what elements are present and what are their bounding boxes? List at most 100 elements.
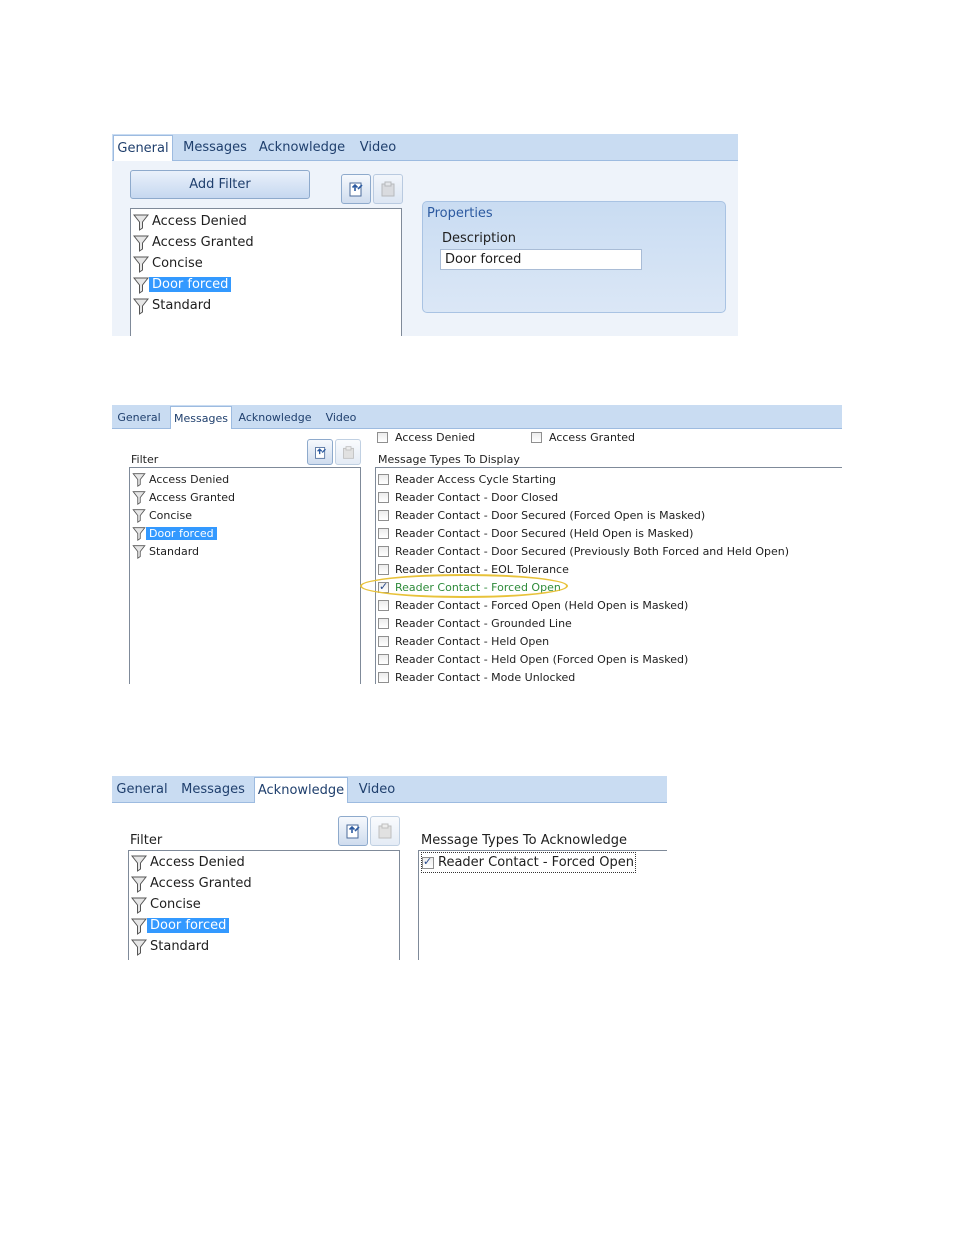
message-type-checkbox[interactable] <box>378 617 389 629</box>
add-filter-button[interactable]: Add Filter <box>130 170 310 199</box>
message-type-row[interactable]: Reader Contact - Held Open <box>378 632 549 650</box>
properties-group: Properties Description Door forced <box>422 201 726 313</box>
filter-label: Concise <box>150 897 201 912</box>
filter-label: Door forced <box>146 526 217 540</box>
filter-icon <box>131 876 147 893</box>
filter-icon <box>133 235 149 252</box>
acknowledge-panel: General Messages Acknowledge Video Filte… <box>112 776 667 960</box>
tab-acknowledge[interactable]: Acknowledge <box>254 777 348 803</box>
filter-label: Standard <box>152 298 212 313</box>
message-type-label: Reader Contact - Grounded Line <box>395 616 572 630</box>
list-item[interactable]: Access Granted <box>131 873 255 894</box>
tab-messages[interactable]: Messages <box>180 134 250 161</box>
message-type-checkbox[interactable] <box>378 473 389 485</box>
messages-panel: General Messages Acknowledge Video Filte… <box>112 405 842 684</box>
message-type-row[interactable]: Reader Contact - Forced Open (Held Open … <box>378 596 688 614</box>
message-type-row[interactable]: Reader Contact - Door Secured (Held Open… <box>378 524 693 542</box>
tab-general[interactable]: General <box>116 405 162 429</box>
filter-label: Access Denied <box>150 855 245 870</box>
filter-list[interactable]: Access Denied Access Granted Concise Doo… <box>129 467 361 684</box>
paste-icon <box>342 445 354 459</box>
message-type-label: Reader Contact - Door Secured (Previousl… <box>395 544 790 558</box>
message-type-row[interactable]: Reader Contact - Door Secured (Previousl… <box>378 542 789 560</box>
message-type-label: Reader Access Cycle Starting <box>395 472 557 486</box>
list-item[interactable]: Concise <box>131 894 204 915</box>
message-type-checkbox[interactable] <box>378 545 389 557</box>
tab-messages[interactable]: Messages <box>178 776 248 803</box>
list-item-selected[interactable]: Door forced <box>131 915 230 936</box>
tab-general[interactable]: General <box>114 776 170 803</box>
tab-messages[interactable]: Messages <box>170 406 232 429</box>
list-item[interactable]: Access Granted <box>133 232 257 253</box>
message-type-checkbox[interactable] <box>378 509 389 521</box>
filter-label: Access Granted <box>149 490 235 504</box>
access-granted-checkbox[interactable] <box>531 432 542 443</box>
paste-button[interactable] <box>370 816 400 846</box>
ack-types-label: Message Types To Acknowledge <box>421 833 627 848</box>
filter-list[interactable]: Access Denied Access Granted Concise Doo… <box>130 208 402 336</box>
list-item[interactable]: Access Granted <box>132 488 238 506</box>
list-item[interactable]: Standard <box>131 936 212 957</box>
paste-button[interactable] <box>373 174 403 204</box>
message-type-row[interactable]: Reader Contact - Held Open (Forced Open … <box>378 650 688 668</box>
access-granted-check[interactable]: Access Granted <box>531 431 635 444</box>
message-type-checkbox[interactable] <box>378 527 389 539</box>
list-item[interactable]: Concise <box>133 253 206 274</box>
message-type-label: Reader Contact - Mode Unlocked <box>395 670 576 684</box>
filter-label: Concise <box>152 256 203 271</box>
filter-icon <box>131 897 147 914</box>
access-denied-checkbox[interactable] <box>377 432 388 443</box>
filter-icon <box>133 277 149 294</box>
filter-icon <box>133 298 149 315</box>
message-type-row[interactable]: Reader Contact - Mode Unlocked <box>378 668 575 684</box>
paste-button[interactable] <box>335 439 361 465</box>
filter-list[interactable]: Access Denied Access Granted Concise Doo… <box>128 850 400 960</box>
filter-icon <box>131 855 147 872</box>
tab-video[interactable]: Video <box>322 405 360 429</box>
message-type-checkbox[interactable] <box>378 491 389 503</box>
message-type-row[interactable]: Reader Contact - Door Closed <box>378 488 558 506</box>
tab-general[interactable]: General <box>113 135 173 161</box>
list-item[interactable]: Standard <box>133 295 214 316</box>
message-type-checkbox[interactable] <box>378 653 389 665</box>
tab-acknowledge[interactable]: Acknowledge <box>238 405 312 429</box>
ack-types-list[interactable]: Reader Contact - Forced Open <box>418 850 667 960</box>
message-type-row[interactable]: Reader Contact - Door Secured (Forced Op… <box>378 506 705 524</box>
export-button[interactable] <box>338 816 368 846</box>
add-filter-label: Add Filter <box>189 177 251 192</box>
list-item-selected[interactable]: Door forced <box>132 524 217 542</box>
general-panel: General Messages Acknowledge Video Add F… <box>112 134 738 336</box>
list-item[interactable]: Concise <box>132 506 195 524</box>
list-item[interactable]: Access Denied <box>132 470 232 488</box>
filter-icon <box>132 472 146 487</box>
properties-title: Properties <box>427 206 493 221</box>
list-item-selected[interactable]: Door forced <box>133 274 232 295</box>
filter-label: Standard <box>149 544 200 558</box>
message-type-row[interactable]: Reader Access Cycle Starting <box>378 470 556 488</box>
message-type-checkbox[interactable] <box>378 635 389 647</box>
access-denied-check[interactable]: Access Denied <box>377 431 475 444</box>
list-item[interactable]: Access Denied <box>131 852 248 873</box>
highlight-ellipse <box>360 574 568 598</box>
tab-acknowledge[interactable]: Acknowledge <box>258 134 346 161</box>
tab-video[interactable]: Video <box>356 134 400 161</box>
export-button[interactable] <box>341 174 371 204</box>
export-icon <box>314 446 326 459</box>
ack-type-checkbox-checked[interactable] <box>422 855 434 869</box>
ack-type-row-checked[interactable]: Reader Contact - Forced Open <box>421 852 636 873</box>
export-button[interactable] <box>307 439 333 465</box>
filter-icon <box>132 526 146 541</box>
message-type-checkbox[interactable] <box>378 563 389 575</box>
filter-label: Door forced <box>147 918 230 933</box>
list-item[interactable]: Access Denied <box>133 211 250 232</box>
filter-icon <box>133 256 149 273</box>
message-type-row[interactable]: Reader Contact - Grounded Line <box>378 614 572 632</box>
message-type-checkbox[interactable] <box>378 599 389 611</box>
list-item[interactable]: Standard <box>132 542 202 560</box>
filter-label: Concise <box>149 508 192 522</box>
filter-icon <box>132 544 146 559</box>
message-type-label: Reader Contact - Held Open (Forced Open … <box>395 652 689 666</box>
message-type-checkbox[interactable] <box>378 671 389 683</box>
description-field[interactable]: Door forced <box>440 249 642 270</box>
tab-video[interactable]: Video <box>354 776 400 803</box>
